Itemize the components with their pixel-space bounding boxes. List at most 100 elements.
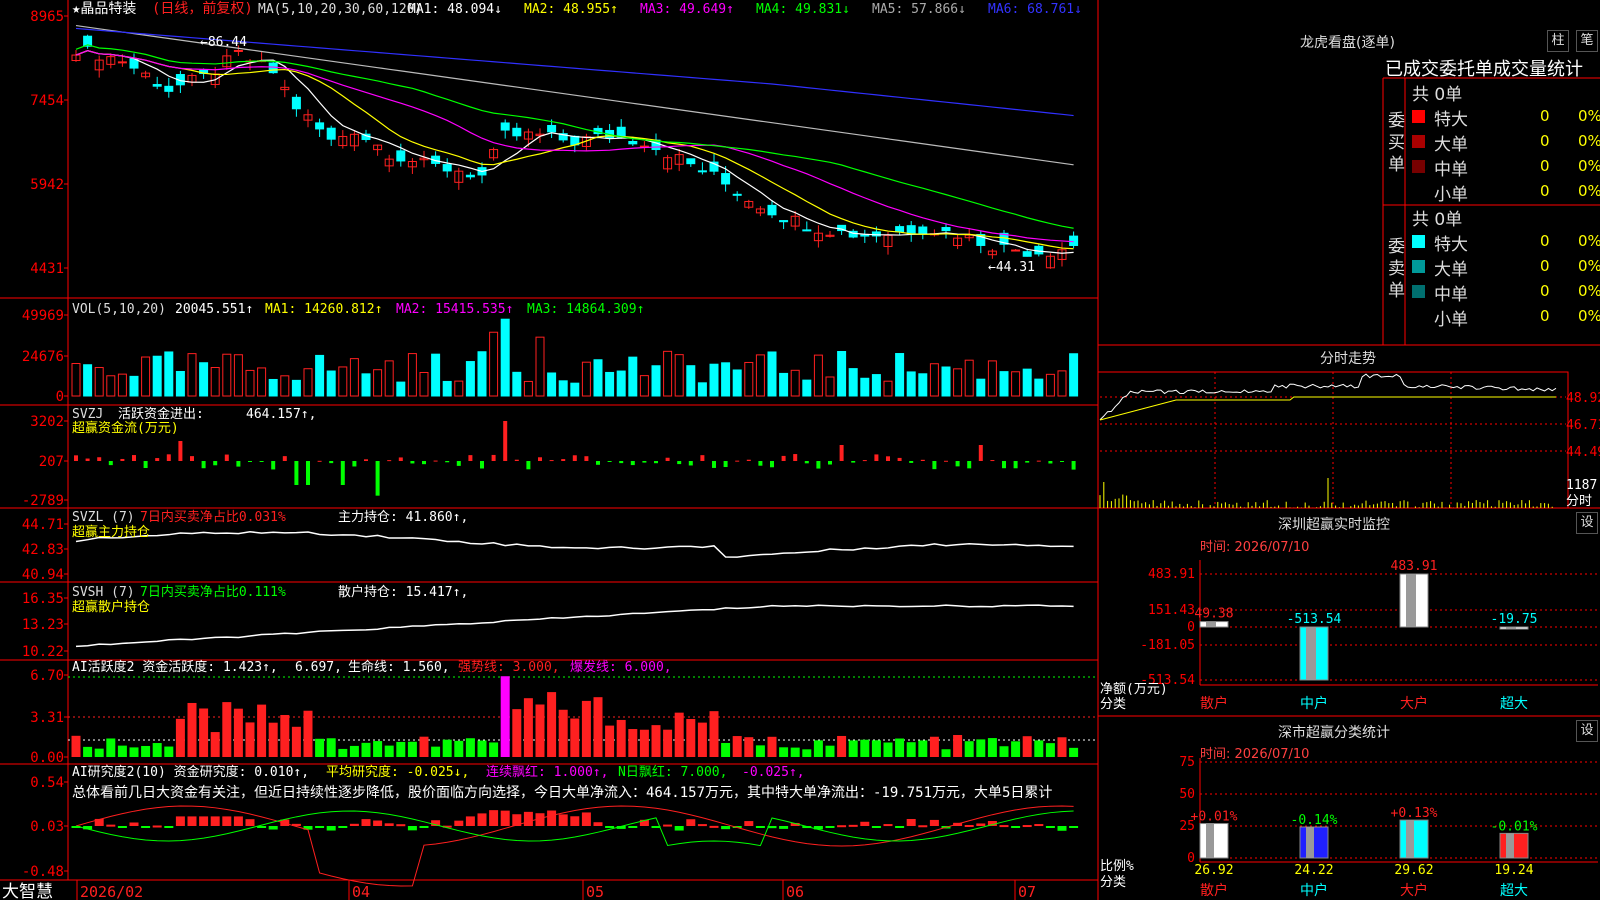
volume-bar <box>755 354 765 397</box>
intraday-volume <box>1099 478 1553 508</box>
svzj-bar <box>839 445 844 461</box>
monitor-ytick-0: 483.91 <box>1148 567 1195 582</box>
svzl-label2: 主力持仓: 41.860↑, <box>338 510 468 525</box>
classify-ylabel: 比例% <box>1100 859 1134 874</box>
svzl-line <box>75 530 1074 558</box>
candle-body <box>291 96 301 110</box>
bar-mode-button[interactable]: 柱 <box>1547 30 1569 52</box>
ai1-bar <box>663 729 673 757</box>
ai2-bar <box>744 821 754 826</box>
ai1-bar <box>813 740 823 757</box>
svzj-bar <box>665 457 670 461</box>
candle-body <box>315 122 325 130</box>
ai1-bar <box>953 735 963 757</box>
ai1-bar <box>303 710 313 757</box>
svsh-label1: 7日内买卖净占比0.111% <box>140 584 286 600</box>
volume-bar <box>906 371 916 397</box>
ai1-bar <box>547 692 557 757</box>
candle-body <box>697 170 707 173</box>
buy-row-name-3: 小单 <box>1434 185 1468 205</box>
ai1-bar <box>755 745 765 757</box>
svzj-bar <box>804 461 809 464</box>
volume-bar <box>639 375 649 397</box>
ai2-bar <box>1034 824 1044 827</box>
classify-change-2: +0.13% <box>1391 806 1438 821</box>
ai2-green-line <box>75 810 1074 847</box>
ai2-bar <box>918 825 928 828</box>
ai2-bar <box>187 816 197 826</box>
monitor-ytick-3: -181.05 <box>1140 638 1195 653</box>
ai1-bar <box>871 740 881 757</box>
volume-bars <box>71 318 1079 397</box>
ai1-bar <box>686 718 696 757</box>
svzj-bar <box>352 461 357 467</box>
candle-body <box>906 225 916 235</box>
volume-bar <box>384 360 394 397</box>
svzj-bar <box>329 461 334 464</box>
brand-label: 大智慧 <box>2 882 53 900</box>
ai1-bar <box>1011 741 1021 757</box>
high-price-note: ←86.44 <box>200 35 247 50</box>
ai1-v1: 6.697, <box>295 660 342 675</box>
svzj-bar <box>607 461 612 462</box>
candle-body <box>500 122 510 131</box>
ai1-bar <box>941 749 951 757</box>
vol-ytick-2: 0 <box>56 389 64 405</box>
svzj-bar <box>190 456 194 461</box>
monitor-ytick-2: 0 <box>1187 620 1195 635</box>
ai1-bar <box>268 722 278 757</box>
monitor-value-0: 49.38 <box>1194 607 1233 622</box>
svzj-bar <box>700 455 705 461</box>
volume-bar <box>813 354 823 397</box>
ai2-bar <box>663 824 673 827</box>
svzj-bar <box>480 461 484 469</box>
dragon-panel-title: 龙虎看盘(逐单) <box>1300 35 1395 51</box>
ai2-bar <box>222 816 232 826</box>
volume-bar <box>500 318 510 397</box>
candle-body <box>628 140 638 145</box>
volume-bar <box>686 365 696 397</box>
ai1-bar <box>349 745 359 757</box>
volume-bar <box>825 376 835 397</box>
svzj-bar <box>108 461 113 466</box>
ai2-bar <box>837 825 847 828</box>
svzj-bar <box>132 455 136 461</box>
period-label: (日线，前复权) <box>152 0 253 17</box>
svsh-sub: 超赢散户持仓 <box>72 599 150 615</box>
classify-settings-button[interactable]: 设 <box>1576 720 1598 742</box>
classify-change-3: -0.01% <box>1491 819 1538 834</box>
ai2-bar <box>199 816 209 826</box>
svzj-bar <box>851 461 856 463</box>
volume-bar <box>999 371 1009 397</box>
svzj-bar <box>143 461 148 469</box>
ai1-bar <box>117 745 127 757</box>
sell-row-swatch-0 <box>1412 235 1425 248</box>
ai1-bar <box>187 702 197 757</box>
ai2-bar <box>489 810 499 826</box>
volume-bar <box>94 367 104 397</box>
svzj-label: 活跃资金进出: <box>118 406 204 422</box>
volume-bar <box>349 358 359 397</box>
ai1-ytick-0: 6.70 <box>30 668 64 684</box>
ai2-bar <box>721 826 731 830</box>
svzj-bar <box>1025 461 1030 463</box>
svsh-ytick-0: 16.35 <box>22 591 64 607</box>
volume-bar <box>83 364 93 397</box>
svzj-bar <box>944 460 948 462</box>
candle-body <box>396 150 406 162</box>
ai1-bar <box>129 747 139 757</box>
ai2-bar <box>152 825 162 828</box>
svzj-bar <box>178 441 183 461</box>
volume-bar <box>489 331 499 397</box>
monitor-settings-button[interactable]: 设 <box>1576 512 1598 534</box>
tick-mode-button[interactable]: 笔 <box>1576 30 1598 52</box>
ai1-bar <box>802 749 812 757</box>
svzj-bar <box>340 461 345 485</box>
classify-xlabel: 分类 <box>1100 875 1126 890</box>
volume-bar <box>709 363 719 397</box>
candle-body <box>442 164 452 172</box>
svzj-bar <box>491 454 496 461</box>
candle-body <box>918 226 928 235</box>
stock-chart[interactable]: 8965 7454 5942 4431 49969 24676 0 3202 207 -2789 4… <box>0 0 1600 900</box>
buy-row-pct-3: 0% <box>1578 182 1600 200</box>
